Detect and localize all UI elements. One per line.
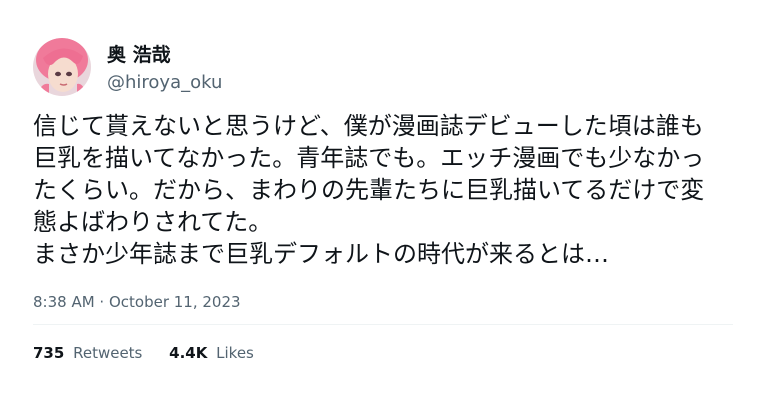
author-display-name[interactable]: 奥 浩哉: [107, 40, 171, 67]
author-handle[interactable]: @hiroya_oku: [107, 72, 222, 93]
tweet-text-line: 巨乳を描いてなかった。青年誌でも。エッチ漫画でも少なかっ: [33, 144, 705, 172]
tweet-text-line: たくらい。だから、まわりの先輩たちに巨乳描いてるだけで変: [33, 176, 705, 204]
tweet-stats: 735 Retweets 4.4K Likes: [33, 344, 276, 362]
tweet-card: 奥 浩哉 @hiroya_oku 信じて貰えないと思うけど、僕が漫画誌デビューし…: [0, 0, 768, 401]
tweet-text-line: 信じて貰えないと思うけど、僕が漫画誌デビューした頃は誰も: [33, 112, 704, 140]
likes-count: 4.4K: [169, 344, 208, 362]
divider: [33, 324, 733, 325]
tweet-text-line: まさか少年誌まで巨乳デフォルトの時代が来るとは…: [33, 240, 609, 268]
retweets-count: 735: [33, 344, 65, 362]
avatar-image: [33, 38, 91, 96]
retweets-stat[interactable]: 735 Retweets: [33, 344, 142, 362]
retweets-label: Retweets: [73, 344, 143, 362]
tweet-text: 信じて貰えないと思うけど、僕が漫画誌デビューした頃は誰も 巨乳を描いてなかった。…: [33, 110, 743, 270]
tweet-text-line: 態よばわりされてた。: [33, 208, 273, 236]
tweet-timestamp[interactable]: 8:38 AM · October 11, 2023: [33, 293, 241, 311]
likes-label: Likes: [216, 344, 254, 362]
avatar[interactable]: [33, 38, 91, 96]
likes-stat[interactable]: 4.4K Likes: [169, 344, 254, 362]
